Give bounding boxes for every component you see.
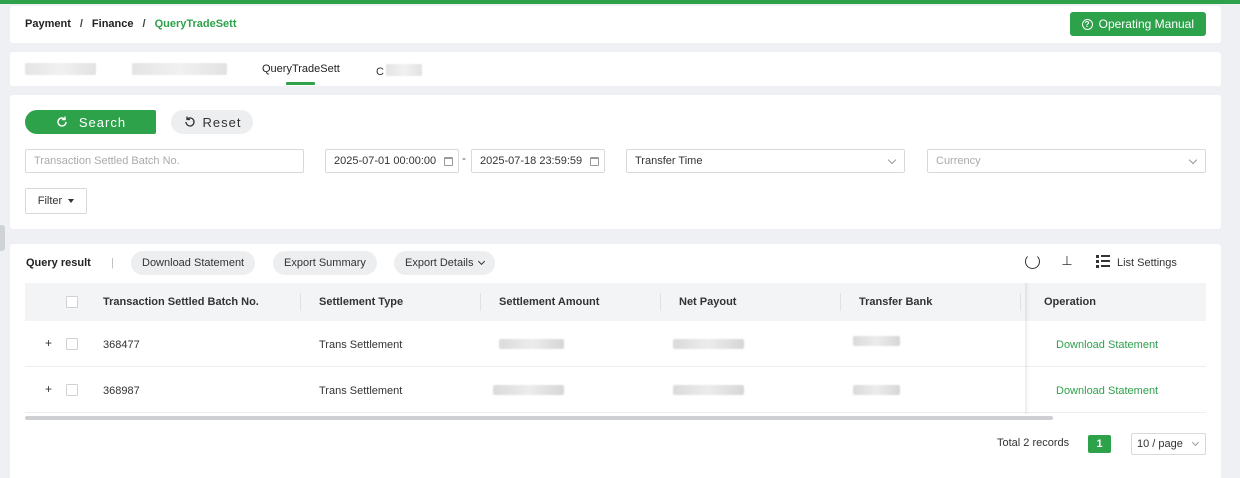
results-divider: | [111, 257, 114, 269]
chevron-down-icon [887, 155, 897, 165]
row-checkbox[interactable] [66, 338, 78, 350]
cell-settlement-type: Trans Settlement [319, 339, 403, 351]
table-horizontal-scrollbar[interactable] [25, 416, 1053, 420]
export-details-label: Export Details [405, 257, 474, 269]
download-statement-button[interactable]: Download Statement [131, 251, 256, 275]
results-title: Query result [26, 257, 91, 269]
column-divider [300, 293, 301, 311]
search-button[interactable]: Search [25, 110, 156, 134]
row-download-statement-link[interactable]: Download Statement [1056, 339, 1158, 351]
breadcrumb-current: QueryTradeSett [154, 18, 237, 30]
row-download-statement-link[interactable]: Download Statement [1056, 385, 1158, 397]
filter-panel: Search Reset Transaction Settled Batch N… [10, 95, 1221, 229]
chevron-down-icon [478, 257, 486, 266]
breadcrumb-separator: / [142, 18, 146, 30]
cell-settlement-amount-redacted [493, 385, 564, 395]
total-records: Total 2 records [997, 437, 1070, 449]
page-size-value: 10 / page [1137, 438, 1183, 450]
breadcrumb-bar: Payment / Finance / QueryTradeSett ? Ope… [10, 6, 1221, 43]
date-end-value: 2025-07-18 23:59:59 [480, 155, 583, 167]
time-type-select[interactable]: Transfer Time [626, 149, 905, 173]
cell-net-payout-redacted [673, 339, 744, 349]
tab-partial-redacted [385, 64, 422, 76]
filter-label: Filter [37, 195, 63, 207]
time-type-value: Transfer Time [635, 155, 703, 167]
filter-dropdown-button[interactable]: Filter [25, 188, 87, 214]
question-circle-icon: ? [1081, 18, 1093, 30]
sidebar-collapse-handle[interactable] [0, 225, 5, 251]
reset-icon [184, 116, 195, 127]
fixed-column-shadow [1025, 283, 1029, 414]
top-accent-bar [0, 0, 1240, 4]
date-start-input[interactable]: 2025-07-01 00:00:00 [325, 149, 459, 173]
cell-settlement-type: Trans Settlement [319, 385, 403, 397]
breadcrumb-item-finance[interactable]: Finance [92, 18, 134, 30]
column-header-net-payout[interactable]: Net Payout [679, 296, 736, 308]
column-divider [1020, 293, 1021, 311]
tab-partial[interactable]: C [376, 63, 422, 78]
export-summary-button[interactable]: Export Summary [273, 251, 377, 275]
calendar-icon [590, 157, 599, 166]
column-header-transfer-bank[interactable]: Transfer Bank [859, 296, 932, 308]
breadcrumb: Payment / Finance / QueryTradeSett [25, 18, 236, 30]
cell-net-payout-redacted [673, 385, 744, 395]
column-header-settlement-type[interactable]: Settlement Type [319, 296, 403, 308]
reset-button[interactable]: Reset [171, 110, 253, 134]
column-header-settlement-amount[interactable]: Settlement Amount [499, 296, 599, 308]
operating-manual-button[interactable]: ? Operating Manual [1069, 12, 1206, 36]
cell-batch-no: 368477 [103, 339, 140, 351]
page-number-current[interactable]: 1 [1088, 435, 1111, 453]
row-checkbox[interactable] [66, 384, 78, 396]
calendar-icon [444, 157, 453, 166]
chevron-down-icon [1191, 438, 1200, 447]
cell-batch-no: 368987 [103, 385, 140, 397]
search-refresh-icon [57, 116, 67, 127]
row-height-icon[interactable]: ⊥ [1060, 254, 1074, 270]
column-divider [840, 293, 841, 311]
cell-settlement-amount-redacted [499, 339, 564, 349]
chevron-down-icon [1188, 155, 1198, 165]
batch-number-input[interactable]: Transaction Settled Batch No. [25, 149, 304, 173]
results-panel: Query result | Download Statement Export… [10, 244, 1221, 478]
tab-redacted-2[interactable] [132, 63, 227, 75]
export-details-button[interactable]: Export Details [394, 251, 496, 275]
search-button-label: Search [78, 114, 127, 130]
page-size-select[interactable]: 10 / page [1131, 433, 1206, 455]
column-divider [480, 293, 481, 311]
date-start-value: 2025-07-01 00:00:00 [334, 155, 437, 167]
list-settings-label[interactable]: List Settings [1117, 257, 1177, 269]
breadcrumb-item-payment[interactable]: Payment [25, 18, 71, 30]
column-header-batch-no[interactable]: Transaction Settled Batch No. [103, 296, 259, 308]
breadcrumb-separator: / [79, 18, 83, 30]
expand-row-icon[interactable]: + [45, 382, 52, 396]
currency-select[interactable]: Currency [927, 149, 1206, 173]
date-range-separator: - [462, 151, 466, 165]
expand-row-icon[interactable]: + [45, 336, 52, 350]
page-tabs: QueryTradeSett C [10, 52, 1221, 86]
select-all-checkbox[interactable] [66, 296, 78, 308]
cell-transfer-bank-redacted [853, 385, 900, 395]
tab-partial-label: C [376, 66, 384, 78]
refresh-icon[interactable] [1025, 254, 1040, 269]
caret-down-icon [68, 199, 75, 203]
column-divider [660, 293, 661, 311]
reset-button-label: Reset [202, 114, 242, 130]
active-tab-indicator [286, 82, 315, 85]
tab-redacted-1[interactable] [25, 63, 96, 75]
list-settings-icon[interactable] [1096, 254, 1110, 269]
operating-manual-label: Operating Manual [1098, 17, 1194, 31]
tab-querytradesett[interactable]: QueryTradeSett [262, 63, 340, 75]
date-end-input[interactable]: 2025-07-18 23:59:59 [471, 149, 605, 173]
currency-placeholder: Currency [936, 155, 981, 167]
cell-transfer-bank-redacted [853, 336, 900, 346]
column-header-operation: Operation [1044, 296, 1096, 308]
